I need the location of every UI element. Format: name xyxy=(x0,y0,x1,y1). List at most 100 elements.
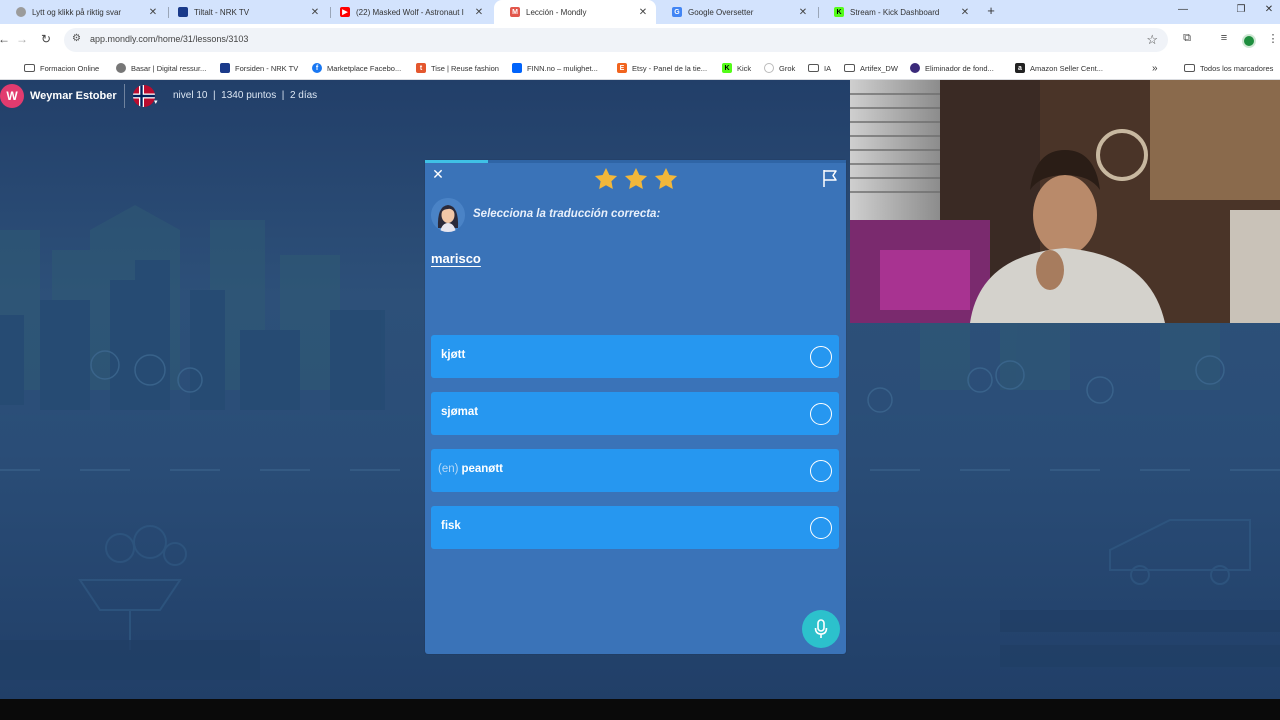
lesson-progress-fill xyxy=(425,160,489,163)
tab-google-translate[interactable]: G Google Oversetter ✕ xyxy=(656,0,816,24)
minimize-icon[interactable]: — xyxy=(1176,4,1190,15)
media-controls-icon[interactable]: ≡ xyxy=(1217,32,1231,44)
folder-icon xyxy=(1184,64,1195,72)
google-translate-icon: G xyxy=(672,7,682,17)
answer-option[interactable]: fisk xyxy=(431,506,839,549)
user-name[interactable]: Weymar Estober xyxy=(30,90,117,102)
site-info-icon[interactable]: ⚙ xyxy=(72,33,81,44)
norway-flag-icon[interactable] xyxy=(133,85,155,107)
youtube-icon: ▶ xyxy=(340,7,350,17)
microphone-icon xyxy=(814,619,828,638)
radio-circle-icon[interactable] xyxy=(810,517,832,539)
close-window-icon[interactable]: ✕ xyxy=(1262,4,1276,15)
bookmark-label: Basar | Digital ressur... xyxy=(131,63,207,73)
close-tab-icon[interactable]: ✕ xyxy=(636,7,650,18)
radio-circle-icon[interactable] xyxy=(810,346,832,368)
forward-icon[interactable]: → xyxy=(14,32,30,46)
tab-title: Stream - Kick Dashboard xyxy=(850,7,940,17)
bookmark-label: IA xyxy=(824,63,832,73)
amazon-icon: a xyxy=(1015,63,1025,73)
tise-icon: t xyxy=(416,63,426,73)
reload-icon[interactable]: ↻ xyxy=(38,32,54,46)
tab-lytt[interactable]: Lytt og klikk på riktig svar ✕ xyxy=(0,0,166,24)
radio-circle-icon[interactable] xyxy=(810,460,832,482)
back-icon[interactable]: ← xyxy=(0,32,12,46)
tab-strip: Lytt og klikk på riktig svar ✕ Tiltalt -… xyxy=(0,0,1280,24)
restore-icon[interactable]: ❐ xyxy=(1234,4,1248,15)
close-lesson-button[interactable]: ✕ xyxy=(431,166,445,183)
tutor-avatar xyxy=(431,198,465,232)
bookmark-item[interactable]: Basar | Digital ressur... xyxy=(116,60,206,76)
close-tab-icon[interactable]: ✕ xyxy=(146,7,160,18)
remove-bg-icon xyxy=(910,63,920,73)
new-tab-button[interactable]: + xyxy=(984,3,998,18)
user-stats: nivel 10 | 1340 puntos | 2 días xyxy=(173,90,318,101)
close-tab-icon[interactable]: ✕ xyxy=(796,7,810,18)
url-text[interactable]: app.mondly.com/home/31/lessons/3103 xyxy=(90,34,248,44)
bookmark-label: Tise | Reuse fashion xyxy=(431,63,499,73)
target-word[interactable]: marisco xyxy=(431,251,481,266)
bookmark-item[interactable]: a Amazon Seller Cent... xyxy=(1015,60,1103,76)
bookmark-item[interactable]: Grok xyxy=(764,60,795,76)
bookmark-item[interactable]: IA xyxy=(808,60,831,76)
close-tab-icon[interactable]: ✕ xyxy=(958,7,972,18)
nrk-icon xyxy=(178,7,188,17)
bookmark-item[interactable]: FINN.no – mulighet... xyxy=(512,60,598,76)
all-bookmarks-label: Todos los marcadores xyxy=(1200,63,1274,73)
bookmark-star-icon[interactable]: ☆ xyxy=(1146,32,1158,48)
extensions-icon[interactable]: ⧉ xyxy=(1180,32,1194,45)
star-icon xyxy=(594,167,618,189)
bookmark-label: Artifex_DW xyxy=(860,63,898,73)
facebook-icon: f xyxy=(312,63,322,73)
close-tab-icon[interactable]: ✕ xyxy=(308,7,322,18)
all-bookmarks-button[interactable]: Todos los marcadores xyxy=(1184,60,1273,76)
tab-youtube[interactable]: ▶ (22) Masked Wolf - Astronaut I ✕ xyxy=(324,0,492,24)
star-icon xyxy=(624,167,648,189)
tab-mondly[interactable]: M Lección - Mondly ✕ xyxy=(494,0,656,24)
microphone-button[interactable] xyxy=(802,610,840,648)
answer-label: kjøtt xyxy=(441,349,466,361)
bookmark-label: Kick xyxy=(737,63,752,73)
bookmark-item[interactable]: f Marketplace Facebo... xyxy=(312,60,401,76)
bookmark-item[interactable]: Eliminador de fond... xyxy=(910,60,994,76)
report-flag-icon[interactable] xyxy=(820,168,840,188)
answer-option[interactable]: (en) peanøtt xyxy=(431,449,839,492)
bookmark-item[interactable]: Forsiden - NRK TV xyxy=(220,60,298,76)
close-tab-icon[interactable]: ✕ xyxy=(472,7,486,18)
tab-kick[interactable]: K Stream - Kick Dashboard ✕ xyxy=(818,0,978,24)
answer-option[interactable]: kjøtt xyxy=(431,335,839,378)
browser-toolbar: ← → ↻ ⚙ app.mondly.com/home/31/lessons/3… xyxy=(0,24,1280,56)
bookmark-item[interactable]: Artifex_DW xyxy=(844,60,898,76)
menu-icon[interactable]: ⋮ xyxy=(1266,32,1280,45)
lesson-progress-bar xyxy=(425,160,846,163)
webcam-overlay xyxy=(850,80,1280,323)
address-bar[interactable]: ⚙ app.mondly.com/home/31/lessons/3103 ☆ xyxy=(64,28,1168,52)
answer-text: sjømat xyxy=(438,406,478,418)
mondly-app: W Weymar Estober ▾ nivel 10 | 1340 punto… xyxy=(0,80,1280,699)
answer-label: sjømat xyxy=(441,406,479,418)
user-avatar[interactable]: W xyxy=(0,84,24,108)
bookmark-item[interactable]: Formacion Online xyxy=(24,60,99,76)
tab-title: Google Oversetter xyxy=(688,7,754,17)
lesson-instruction: Selecciona la traducción correcta: xyxy=(473,208,661,220)
radio-circle-icon[interactable] xyxy=(810,403,832,425)
answer-option[interactable]: sjømat xyxy=(431,392,839,435)
more-bookmarks-button[interactable]: » xyxy=(1152,60,1158,76)
bookmark-item[interactable]: t Tise | Reuse fashion xyxy=(416,60,499,76)
bookmark-item[interactable]: E Etsy - Panel de la tie... xyxy=(617,60,707,76)
tab-nrk[interactable]: Tiltalt - NRK TV ✕ xyxy=(162,0,328,24)
bookmark-label: Etsy - Panel de la tie... xyxy=(632,63,708,73)
tab-title: (22) Masked Wolf - Astronaut I xyxy=(356,7,464,17)
answer-label: peanøtt xyxy=(461,463,503,475)
bookmark-item[interactable]: K Kick xyxy=(722,60,751,76)
folder-icon xyxy=(808,64,819,72)
profile-avatar[interactable] xyxy=(1242,34,1256,48)
nrk-icon xyxy=(220,63,230,73)
language-dropdown-icon[interactable]: ▾ xyxy=(154,98,158,106)
finn-icon xyxy=(512,63,522,73)
bookmark-label: Marketplace Facebo... xyxy=(327,63,402,73)
mondly-icon: M xyxy=(510,7,520,17)
header-divider xyxy=(124,84,125,108)
etsy-icon: E xyxy=(617,63,627,73)
answer-text: kjøtt xyxy=(438,349,465,361)
